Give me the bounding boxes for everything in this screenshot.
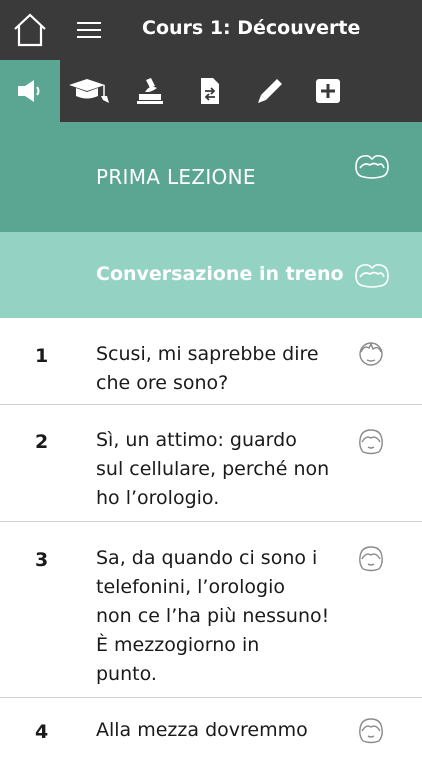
speaker-button[interactable] (358, 544, 384, 576)
line-number: 3 (35, 549, 49, 571)
tab-translate[interactable] (180, 60, 240, 122)
speaker-button[interactable] (358, 340, 384, 372)
menu-button[interactable] (76, 16, 102, 44)
speaker-button[interactable] (358, 427, 384, 459)
home-button[interactable] (12, 12, 48, 48)
woman-face-icon (359, 546, 383, 572)
lesson-title: PRIMA LEZIONE (96, 165, 256, 189)
ink-stamp-icon (137, 78, 163, 104)
woman-face-icon (359, 429, 383, 455)
tab-listen[interactable] (0, 60, 60, 122)
hamburger-icon (77, 22, 101, 38)
line-number: 1 (35, 345, 49, 367)
woman-face-icon (359, 718, 383, 744)
dialog-title: Conversazione in treno (96, 263, 344, 285)
man-face-icon (359, 342, 383, 366)
line-text: Scusi, mi saprebbe dire che ore sono? (96, 343, 319, 394)
dialog-speakers-button[interactable] (354, 261, 390, 293)
dialog-header[interactable]: Conversazione in treno (0, 232, 422, 318)
dialog-lines: 1 Scusi, mi saprebbe dire che ore sono? … (0, 318, 422, 758)
tab-write[interactable] (240, 60, 300, 122)
document-swap-icon (201, 78, 219, 104)
home-icon (14, 13, 46, 47)
tab-practice[interactable] (120, 60, 180, 122)
speaker-button[interactable] (358, 716, 384, 748)
line-text: Alla mezza dovremmo (96, 719, 308, 741)
dialog-line-1[interactable]: 1 Scusi, mi saprebbe dire che ore sono? (0, 318, 422, 405)
line-text: Sì, un attimo: guardo sul cellulare, per… (96, 429, 330, 509)
lesson-header[interactable]: PRIMA LEZIONE (0, 122, 422, 232)
dialog-line-3[interactable]: 3 Sa, da quando ci sono i telefonini, l’… (0, 522, 422, 698)
lesson-speakers-button[interactable] (354, 152, 390, 184)
tab-learn[interactable] (60, 60, 120, 122)
tool-bar (0, 60, 422, 122)
page-title: Cours 1: Découverte (142, 17, 361, 39)
line-text: Sa, da quando ci sono i telefonini, l’or… (96, 547, 330, 685)
dialog-line-4[interactable]: 4 Alla mezza dovremmo (0, 698, 422, 758)
line-number: 2 (35, 431, 49, 453)
dialog-line-2[interactable]: 2 Sì, un attimo: guardo sul cellulare, p… (0, 405, 422, 522)
speaker-icon (18, 80, 40, 102)
two-faces-icon (355, 154, 389, 179)
graduation-cap-icon (69, 79, 109, 103)
pencil-icon (258, 79, 282, 103)
line-number: 4 (35, 721, 49, 743)
top-bar: Cours 1: Découverte (0, 0, 422, 60)
two-faces-icon (355, 263, 389, 288)
plus-box-icon (316, 79, 340, 103)
tab-extra[interactable] (298, 60, 358, 122)
